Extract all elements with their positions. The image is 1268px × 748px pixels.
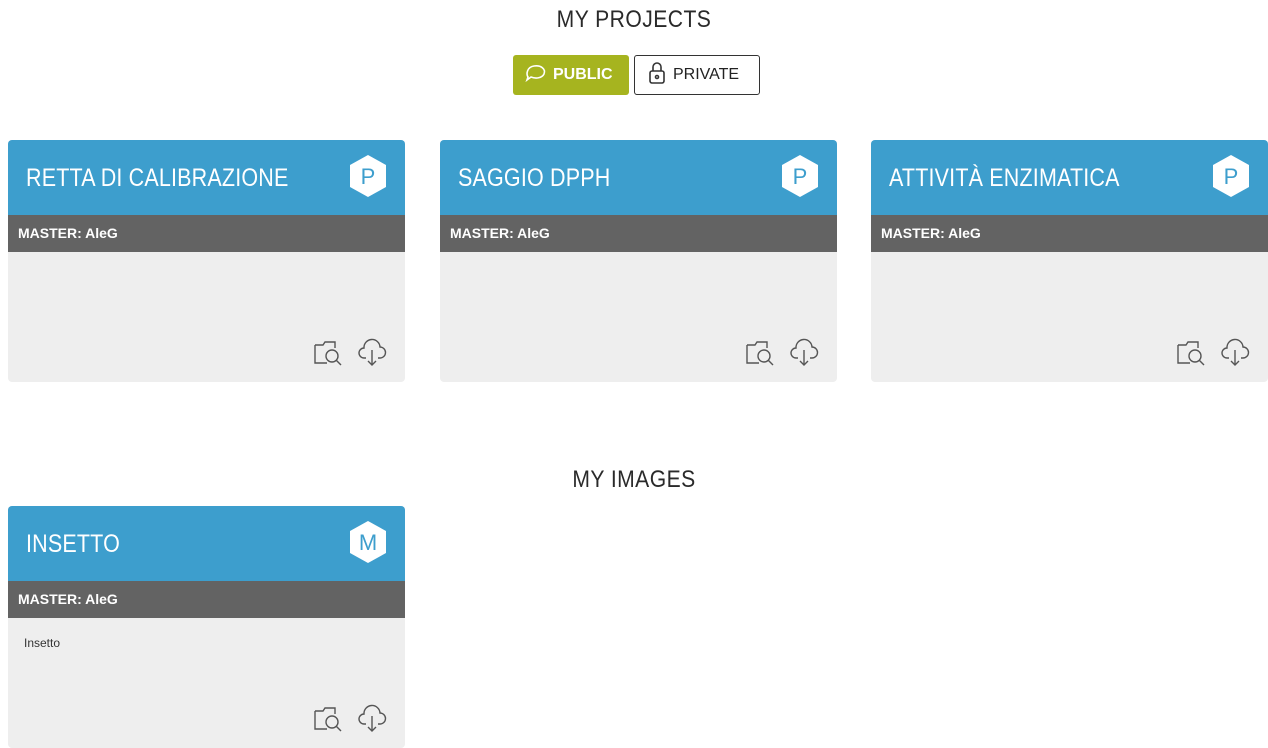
card-header: INSETTO M xyxy=(8,506,405,581)
card-body xyxy=(8,252,405,382)
card-description: Insetto xyxy=(24,636,61,650)
master-label: MASTER: AleG xyxy=(440,215,837,252)
image-card[interactable]: INSETTO M MASTER: AleG Insetto xyxy=(8,506,405,748)
private-filter-button[interactable]: PRIVATE xyxy=(634,55,760,95)
image-badge-icon: M xyxy=(350,521,386,563)
private-filter-label: PRIVATE xyxy=(673,66,740,83)
master-label: MASTER: AleG xyxy=(871,215,1268,252)
card-body xyxy=(871,252,1268,382)
cloud-download-icon[interactable] xyxy=(1220,337,1250,367)
card-actions xyxy=(745,337,819,367)
cloud-download-icon[interactable] xyxy=(357,703,387,733)
project-badge-icon: P xyxy=(350,155,386,197)
card-title: INSETTO xyxy=(26,530,120,558)
images-title: MY IMAGES xyxy=(572,466,696,493)
card-title: RETTA DI CALIBRAZIONE xyxy=(26,164,289,192)
card-body: Insetto xyxy=(8,618,405,748)
chat-bubble-icon xyxy=(525,63,553,88)
card-header: SAGGIO DPPH P xyxy=(440,140,837,215)
svg-text:P: P xyxy=(1224,164,1239,189)
folder-search-icon[interactable] xyxy=(313,703,343,733)
cloud-download-icon[interactable] xyxy=(789,337,819,367)
projects-title: MY PROJECTS xyxy=(556,6,712,33)
project-badge-icon: P xyxy=(1213,155,1249,197)
svg-text:P: P xyxy=(793,164,808,189)
public-filter-label: PUBLIC xyxy=(553,66,613,83)
card-title: ATTIVITÀ ENZIMATICA xyxy=(889,164,1120,192)
visibility-toggle: PUBLIC PRIVATE xyxy=(513,55,760,95)
cloud-download-icon[interactable] xyxy=(357,337,387,367)
card-actions xyxy=(313,337,387,367)
svg-text:M: M xyxy=(359,530,377,555)
card-header: ATTIVITÀ ENZIMATICA P xyxy=(871,140,1268,215)
project-card[interactable]: SAGGIO DPPH P MASTER: AleG xyxy=(440,140,837,382)
card-actions xyxy=(313,703,387,733)
card-actions xyxy=(1176,337,1250,367)
master-label: MASTER: AleG xyxy=(8,581,405,618)
svg-text:P: P xyxy=(361,164,376,189)
project-card[interactable]: ATTIVITÀ ENZIMATICA P MASTER: AleG xyxy=(871,140,1268,382)
card-body xyxy=(440,252,837,382)
public-filter-button[interactable]: PUBLIC xyxy=(513,55,629,95)
master-label: MASTER: AleG xyxy=(8,215,405,252)
project-card[interactable]: RETTA DI CALIBRAZIONE P MASTER: AleG xyxy=(8,140,405,382)
folder-search-icon[interactable] xyxy=(745,337,775,367)
folder-search-icon[interactable] xyxy=(1176,337,1206,367)
project-badge-icon: P xyxy=(782,155,818,197)
card-header: RETTA DI CALIBRAZIONE P xyxy=(8,140,405,215)
folder-search-icon[interactable] xyxy=(313,337,343,367)
card-title: SAGGIO DPPH xyxy=(458,164,611,192)
padlock-icon xyxy=(647,61,673,90)
